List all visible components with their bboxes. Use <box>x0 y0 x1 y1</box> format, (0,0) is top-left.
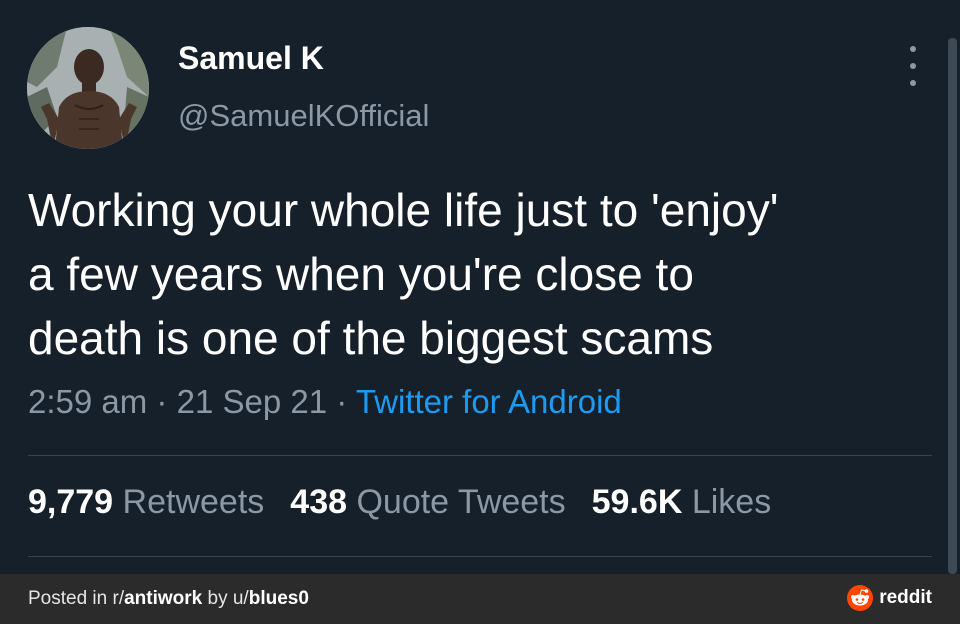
reddit-wordmark: reddit <box>879 587 932 608</box>
more-dot <box>910 46 916 52</box>
divider <box>28 556 932 557</box>
more-dot <box>910 80 916 86</box>
tweet-text-line: a few years when you're close to <box>28 248 694 300</box>
more-dot <box>910 63 916 69</box>
tweet-text-line: Working your whole life just to 'enjoy' <box>28 184 779 236</box>
subreddit-name[interactable]: antiwork <box>124 588 202 609</box>
divider <box>28 455 932 456</box>
tweet-text-line: death is one of the biggest scams <box>28 312 714 364</box>
tweet-metadata: 2:59 am · 21 Sep 21 · Twitter for Androi… <box>28 383 622 421</box>
more-vertical-icon[interactable] <box>898 46 928 86</box>
user-handle[interactable]: @SamuelKOfficial <box>178 98 429 134</box>
tweet-stats: 9,779 Retweets 438 Quote Tweets 59.6K Like… <box>28 483 771 522</box>
by-label: by u/ <box>202 588 249 609</box>
quotes-count: 438 <box>290 483 348 521</box>
quotes-label: Quote Tweets <box>356 483 566 521</box>
separator: · <box>336 383 348 420</box>
reddit-logo-icon <box>847 585 874 611</box>
username[interactable]: blues0 <box>249 588 309 609</box>
likes-count: 59.6K <box>591 483 683 521</box>
tweet-date[interactable]: 21 Sep 21 <box>177 383 327 420</box>
tweet-time[interactable]: 2:59 am <box>28 383 147 420</box>
scrollbar[interactable] <box>948 38 957 574</box>
tweet-text: Working your whole life just to 'enjoy' … <box>28 178 908 370</box>
post-attribution: Posted in r/antiwork by u/blues0 <box>28 588 309 610</box>
separator: · <box>156 383 168 420</box>
likes-label: Likes <box>691 483 772 521</box>
tweet-source-link[interactable]: Twitter for Android <box>356 383 622 420</box>
reddit-footer: Posted in r/antiwork by u/blues0 reddit <box>0 574 960 624</box>
likes-stat[interactable]: 59.6K Likes <box>592 483 772 521</box>
quotes-stat[interactable]: 438 Quote Tweets <box>290 483 565 521</box>
retweets-label: Retweets <box>122 483 265 521</box>
profile-photo-icon <box>27 27 149 149</box>
retweets-stat[interactable]: 9,779 Retweets <box>28 483 264 521</box>
reddit-brand[interactable]: reddit <box>847 585 932 611</box>
display-name[interactable]: Samuel K <box>178 40 324 77</box>
posted-in-label: Posted in r/ <box>28 588 125 609</box>
retweets-count: 9,779 <box>28 483 114 521</box>
tweet-card: Samuel K @SamuelKOfficial Working your w… <box>0 0 960 574</box>
avatar[interactable] <box>27 27 149 149</box>
